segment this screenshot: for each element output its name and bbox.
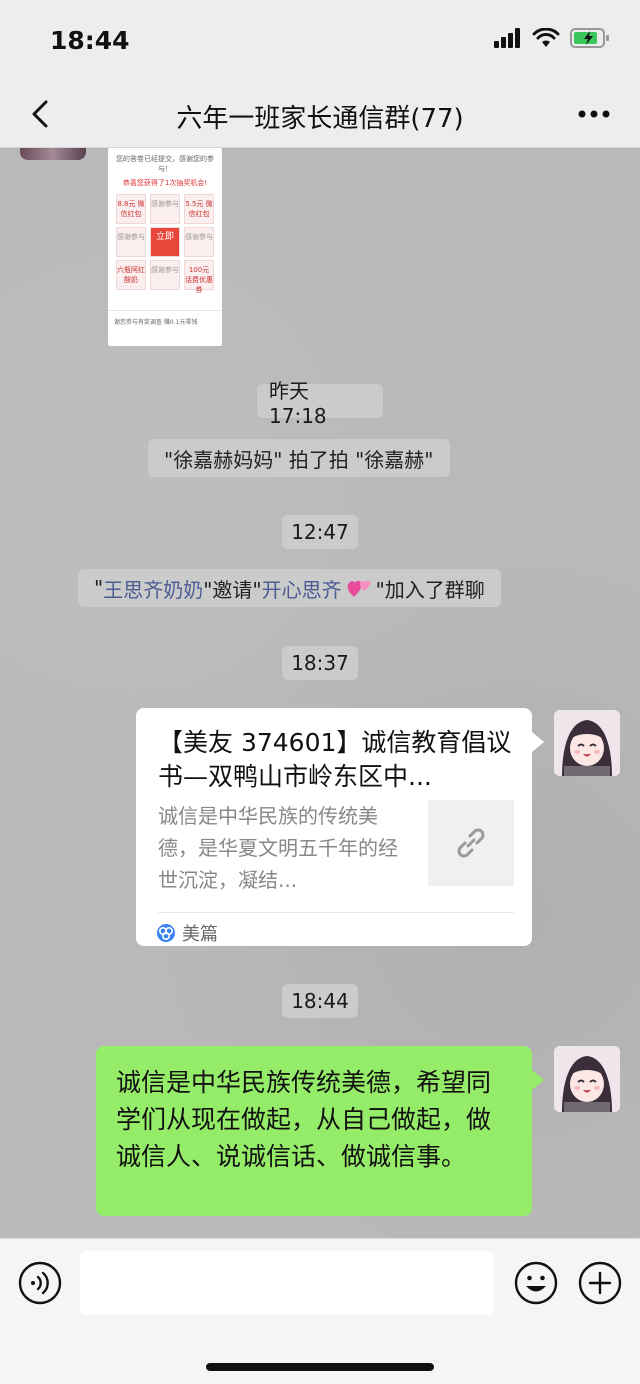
plus-icon[interactable] xyxy=(578,1261,622,1305)
link-card-title: 【美友 374601】诚信教育倡议书—双鸭山市岭东区中... xyxy=(158,728,512,791)
chat-title: 六年一班家长通信群(77) xyxy=(176,104,464,134)
system-message-invite: " 王思齐奶奶 "邀请" 开心思齐 "加入了群聊 xyxy=(78,569,501,607)
lottery-cell: 100元 话费优惠券 xyxy=(184,260,214,294)
meipian-logo-icon xyxy=(157,924,175,942)
link-card-source: 美篇 xyxy=(156,920,218,946)
link-card-description: 诚信是中华民族的传统美德，是华夏文明五千年的经世沉淀，凝结... xyxy=(158,804,398,892)
emoji-icon[interactable] xyxy=(514,1261,558,1305)
avatar[interactable] xyxy=(554,1046,620,1112)
timestamp: 昨天 17:18 xyxy=(257,379,383,428)
lottery-cell: 感谢参与 xyxy=(150,194,180,224)
nav-bar: 六年一班家长通信群(77) xyxy=(0,80,640,148)
timestamp: 18:37 xyxy=(282,646,358,680)
signal-icon xyxy=(494,28,520,48)
invite-end-text: "加入了群聊 xyxy=(375,577,485,602)
link-icon xyxy=(457,828,485,858)
divider xyxy=(158,912,514,913)
lottery-cell: 感谢参与 xyxy=(184,227,214,257)
quote: " xyxy=(94,576,104,600)
link-card-thumbnail xyxy=(428,800,514,886)
thumb-text: 您的答卷已经提交，感谢您的参与！ xyxy=(116,155,214,173)
more-icon[interactable] xyxy=(574,100,614,128)
message-input[interactable] xyxy=(80,1251,494,1315)
thumb-text: 恭喜您获得了1次抽奖机会! xyxy=(122,179,208,187)
status-bar: 18:44 xyxy=(0,0,640,80)
wifi-icon xyxy=(532,28,560,47)
text-message-bubble[interactable]: 诚信是中华民族传统美德，希望同学们从现在做起，从自己做起，做诚信人、说诚信话、做… xyxy=(96,1046,544,1216)
lottery-cell: 感谢参与 xyxy=(116,227,146,257)
lottery-cell: 8.8元 微信红包 xyxy=(116,194,146,224)
invite-text: "邀请" xyxy=(203,577,262,602)
hearts-emoji-icon xyxy=(347,580,370,597)
avatar-anime-girl-icon xyxy=(554,1046,620,1112)
timestamp: 12:47 xyxy=(282,515,358,549)
image-message[interactable]: 您的答卷已经提交，感谢您的参与！ 恭喜您获得了1次抽奖机会! 8.8元 微信红包… xyxy=(108,148,222,346)
lottery-grid: 8.8元 微信红包 感谢参与 5.5元 微信红包 感谢参与 立即 感谢参与 六瓶… xyxy=(116,194,214,294)
status-time: 18:44 xyxy=(50,26,130,55)
avatar-anime-girl-icon xyxy=(554,710,620,776)
status-icons xyxy=(494,28,610,48)
inviter-link[interactable]: 王思齐奶奶 xyxy=(103,574,203,603)
battery-charging-icon xyxy=(570,28,609,48)
invitee-link[interactable]: 开心思齐 xyxy=(262,574,342,603)
voice-icon[interactable] xyxy=(18,1261,62,1305)
lottery-cell: 感谢参与 xyxy=(150,260,180,290)
link-card-source-name: 美篇 xyxy=(182,924,218,945)
chat-area[interactable]: 您的答卷已经提交，感谢您的参与！ 恭喜您获得了1次抽奖机会! 8.8元 微信红包… xyxy=(0,148,640,1238)
input-bar xyxy=(0,1238,640,1384)
thumb-text: 谢您参与有奖调查 赚0.1元零钱 xyxy=(108,310,222,346)
system-message-pat: "徐嘉赫妈妈" 拍了拍 "徐嘉赫" xyxy=(148,439,450,477)
lottery-cell: 立即 xyxy=(150,227,180,257)
timestamp: 18:44 xyxy=(282,984,358,1018)
link-card[interactable]: 【美友 374601】诚信教育倡议书—双鸭山市岭东区中... 诚信是中华民族的传… xyxy=(136,708,544,946)
lottery-cell: 六瓶阿红酸奶 xyxy=(116,260,146,290)
lottery-cell: 5.5元 微信红包 xyxy=(184,194,214,224)
home-indicator xyxy=(206,1363,434,1371)
avatar[interactable] xyxy=(20,148,86,160)
avatar[interactable] xyxy=(554,710,620,776)
